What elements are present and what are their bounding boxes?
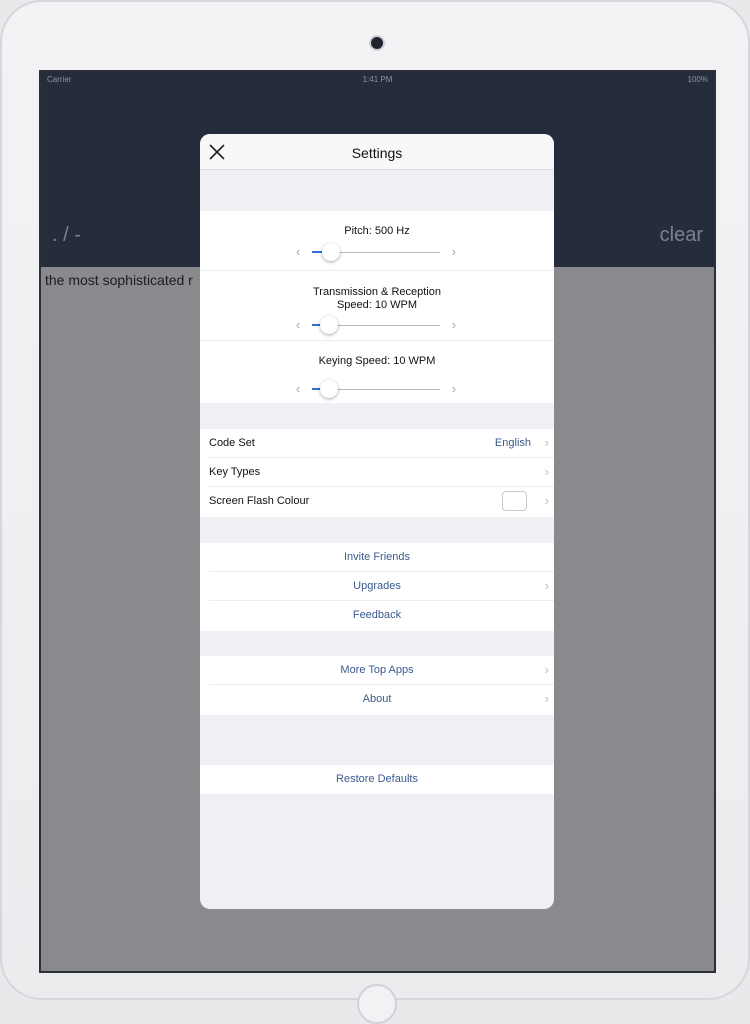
code-set-label: Code Set <box>209 437 255 449</box>
clear-button[interactable]: clear <box>660 224 703 247</box>
battery-label: 100% <box>687 75 708 84</box>
upgrades-label: Upgrades <box>353 580 401 592</box>
sliders-section: Pitch: 500 Hz ‹ › Transmission & Recepti… <box>200 211 554 403</box>
more-section: More Top Apps › About › <box>200 656 554 715</box>
invite-friends-row[interactable]: Invite Friends <box>200 543 554 572</box>
slider-thumb[interactable] <box>322 243 341 261</box>
ipad-frame: Carrier 1:41 PM 100% . / - clear the mos… <box>0 0 750 1024</box>
chevron-left-icon[interactable]: ‹ <box>296 244 300 259</box>
more-top-apps-label: More Top Apps <box>340 664 414 676</box>
divider <box>200 270 554 271</box>
keying-slider-block: Keying Speed: 10 WPM <box>200 355 554 368</box>
key-types-label: Key Types <box>209 466 261 478</box>
slider-thumb[interactable] <box>319 316 338 334</box>
camera <box>371 37 383 49</box>
settings-modal: Settings Pitch: 500 Hz ‹ › Transmission … <box>200 134 554 909</box>
keying-label: Keying Speed: 10 WPM <box>318 355 436 367</box>
chevron-right-icon: › <box>544 435 549 450</box>
modal-title: Settings <box>351 145 403 161</box>
screen-flash-colour-label: Screen Flash Colour <box>209 495 310 507</box>
home-button[interactable] <box>357 984 397 1024</box>
flash-colour-swatch[interactable] <box>502 491 527 511</box>
chevron-right-icon[interactable]: › <box>452 244 456 259</box>
chevron-left-icon[interactable]: ‹ <box>296 381 300 396</box>
speed-label-line2: Speed: 10 WPM <box>336 299 418 311</box>
restore-section: Restore Defaults <box>200 765 554 794</box>
about-row[interactable]: About › <box>200 685 554 714</box>
chevron-right-icon[interactable]: › <box>452 317 456 332</box>
chevron-right-icon: › <box>544 578 549 593</box>
pitch-slider[interactable]: ‹ › <box>296 242 456 262</box>
key-types-row[interactable]: Key Types › <box>200 458 554 487</box>
chevron-right-icon: › <box>544 464 549 479</box>
invite-friends-label: Invite Friends <box>343 551 411 563</box>
keying-slider[interactable]: ‹ › <box>296 379 456 399</box>
chevron-right-icon: › <box>544 691 549 706</box>
speed-slider[interactable]: ‹ › <box>296 315 456 335</box>
screen-flash-colour-row[interactable]: Screen Flash Colour › <box>200 487 554 516</box>
feedback-label: Feedback <box>352 609 402 621</box>
restore-defaults-row[interactable]: Restore Defaults <box>200 765 554 794</box>
options-section: Code Set English › Key Types › Screen Fl… <box>200 429 554 517</box>
code-set-row[interactable]: Code Set English › <box>200 429 554 458</box>
chevron-right-icon[interactable]: › <box>452 381 456 396</box>
chevron-right-icon: › <box>544 493 549 508</box>
chevron-right-icon: › <box>544 662 549 677</box>
decoded-text: the most sophisticated r <box>45 272 193 288</box>
code-set-value: English <box>494 437 531 449</box>
modal-nav-bar: Settings <box>200 134 554 170</box>
pitch-label: Pitch: 500 Hz <box>344 225 410 237</box>
upgrades-row[interactable]: Upgrades › <box>200 572 554 601</box>
speed-label-line1: Transmission & Reception <box>313 286 441 298</box>
chevron-left-icon[interactable]: ‹ <box>296 317 300 332</box>
about-label: About <box>362 693 392 705</box>
status-time: 1:41 PM <box>362 75 393 84</box>
morse-symbols-button[interactable]: . / - <box>52 224 81 247</box>
feedback-row[interactable]: Feedback <box>200 601 554 630</box>
speed-slider-block: Transmission & Reception Speed: 10 WPM <box>200 286 554 312</box>
slider-thumb[interactable] <box>319 380 338 398</box>
restore-defaults-label: Restore Defaults <box>336 773 418 785</box>
status-bar: Carrier 1:41 PM 100% <box>41 72 714 88</box>
social-section: Invite Friends Upgrades › Feedback <box>200 543 554 631</box>
pitch-slider-block: Pitch: 500 Hz <box>200 225 554 238</box>
more-top-apps-row[interactable]: More Top Apps › <box>200 656 554 685</box>
divider <box>200 340 554 341</box>
